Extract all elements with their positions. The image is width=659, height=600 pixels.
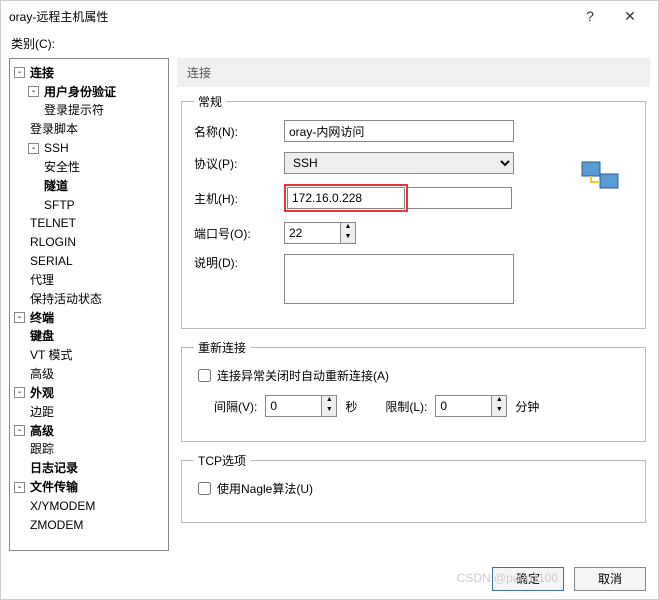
- close-button[interactable]: ✕: [610, 8, 650, 25]
- interval-spinner[interactable]: ▲▼: [265, 395, 337, 417]
- limit-input[interactable]: [435, 395, 491, 417]
- limit-unit: 分钟: [515, 398, 539, 415]
- titlebar: oray-远程主机属性 ? ✕: [1, 1, 658, 31]
- tree-login-prompt[interactable]: 登录提示符: [42, 101, 106, 119]
- tree-advanced-t[interactable]: 高级: [28, 365, 56, 383]
- auto-reconnect-checkbox[interactable]: [198, 369, 211, 382]
- host-label: 主机(H):: [194, 190, 284, 207]
- tree-xymodem[interactable]: X/YMODEM: [28, 497, 97, 515]
- panel-header: 连接: [177, 58, 650, 87]
- toggle-icon[interactable]: -: [14, 425, 25, 436]
- connection-icon: [580, 156, 620, 196]
- tree-logging[interactable]: 日志记录: [28, 459, 80, 477]
- protocol-select[interactable]: SSH: [284, 152, 514, 174]
- help-button[interactable]: ?: [570, 8, 610, 24]
- tcp-legend: TCP选项: [194, 452, 250, 469]
- spin-down-icon[interactable]: ▼: [492, 406, 506, 416]
- reconnect-legend: 重新连接: [194, 339, 250, 356]
- tree-appearance[interactable]: 外观: [28, 384, 56, 402]
- tree-terminal[interactable]: 终端: [28, 309, 56, 327]
- general-group: 常规 名称(N): 协议(P): SSH 主机(H): 端口号(O):: [181, 93, 646, 329]
- host-input[interactable]: [287, 187, 405, 209]
- host-input-ext[interactable]: [408, 187, 512, 209]
- nagle-label: 使用Nagle算法(U): [217, 480, 313, 497]
- tree-user-auth[interactable]: 用户身份验证: [42, 83, 118, 101]
- port-input[interactable]: [284, 222, 340, 244]
- category-label: 类别(C):: [1, 31, 658, 58]
- port-label: 端口号(O):: [194, 225, 284, 242]
- interval-input[interactable]: [265, 395, 321, 417]
- tree-proxy[interactable]: 代理: [28, 271, 56, 289]
- category-tree[interactable]: -连接 -用户身份验证 登录提示符 登录脚本 -SSH 安全性 隧道 SFTP: [9, 58, 169, 551]
- interval-label: 间隔(V):: [214, 398, 257, 415]
- spin-up-icon[interactable]: ▲: [322, 396, 336, 406]
- desc-label: 说明(D):: [194, 254, 284, 271]
- reconnect-group: 重新连接 连接异常关闭时自动重新连接(A) 间隔(V): ▲▼ 秒 限制(L):: [181, 339, 646, 442]
- toggle-icon[interactable]: -: [14, 482, 25, 493]
- toggle-icon[interactable]: -: [28, 86, 39, 97]
- nagle-checkbox[interactable]: [198, 482, 211, 495]
- general-legend: 常规: [194, 93, 226, 110]
- limit-label: 限制(L):: [385, 398, 427, 415]
- tree-filetransfer[interactable]: 文件传输: [28, 478, 80, 496]
- spin-down-icon[interactable]: ▼: [341, 233, 355, 243]
- spin-up-icon[interactable]: ▲: [492, 396, 506, 406]
- tree-vtmode[interactable]: VT 模式: [28, 346, 74, 364]
- tree-trace[interactable]: 跟踪: [28, 440, 56, 458]
- desc-input[interactable]: [284, 254, 514, 304]
- tree-ssh[interactable]: SSH: [42, 139, 71, 157]
- port-spinner[interactable]: ▲▼: [284, 222, 356, 244]
- tree-connection[interactable]: 连接: [28, 64, 56, 82]
- spin-down-icon[interactable]: ▼: [322, 406, 336, 416]
- toggle-icon[interactable]: -: [14, 387, 25, 398]
- tree-login-script[interactable]: 登录脚本: [28, 120, 80, 138]
- tree-keepalive[interactable]: 保持活动状态: [28, 290, 104, 308]
- tcp-group: TCP选项 使用Nagle算法(U): [181, 452, 646, 523]
- limit-spinner[interactable]: ▲▼: [435, 395, 507, 417]
- name-input[interactable]: [284, 120, 514, 142]
- interval-unit: 秒: [345, 398, 357, 415]
- tree-serial[interactable]: SERIAL: [28, 252, 75, 270]
- window-title: oray-远程主机属性: [9, 8, 570, 25]
- ok-button[interactable]: 确定: [492, 567, 564, 591]
- toggle-icon[interactable]: -: [14, 312, 25, 323]
- spin-up-icon[interactable]: ▲: [341, 223, 355, 233]
- cancel-button[interactable]: 取消: [574, 567, 646, 591]
- tree-tunnel[interactable]: 隧道: [42, 177, 70, 195]
- toggle-icon[interactable]: -: [14, 67, 25, 78]
- tree-advanced[interactable]: 高级: [28, 422, 56, 440]
- name-label: 名称(N):: [194, 123, 284, 140]
- toggle-icon[interactable]: -: [28, 143, 39, 154]
- tree-rlogin[interactable]: RLOGIN: [28, 233, 78, 251]
- tree-zmodem[interactable]: ZMODEM: [28, 516, 85, 534]
- tree-telnet[interactable]: TELNET: [28, 214, 78, 232]
- tree-sftp[interactable]: SFTP: [42, 196, 77, 214]
- protocol-label: 协议(P):: [194, 155, 284, 172]
- tree-security[interactable]: 安全性: [42, 158, 82, 176]
- tree-keyboard[interactable]: 键盘: [28, 327, 56, 345]
- auto-reconnect-label: 连接异常关闭时自动重新连接(A): [217, 367, 389, 384]
- tree-margin[interactable]: 边距: [28, 403, 56, 421]
